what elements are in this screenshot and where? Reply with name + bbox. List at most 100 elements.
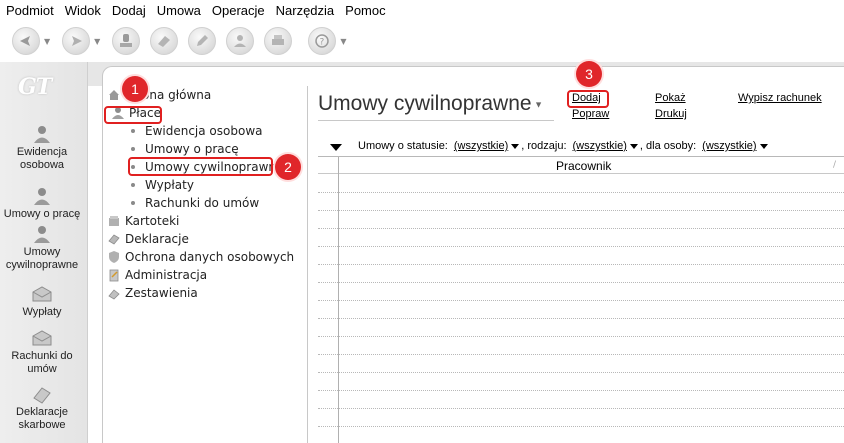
tree-item-ewidencja[interactable]: Ewidencja osobowa <box>131 124 263 138</box>
table-row[interactable] <box>318 408 844 409</box>
filter-bar: Umowy o statusie: (wszystkie) , rodzaju:… <box>358 140 770 152</box>
document-icon <box>33 387 51 404</box>
table-row[interactable] <box>318 264 844 265</box>
tree-item-label: Rachunki do umów <box>145 196 260 210</box>
tree-item-label: Wypłaty <box>145 178 194 192</box>
chevron-down-icon[interactable] <box>629 143 638 149</box>
tree-item-kartoteki[interactable]: Kartoteki <box>107 214 179 228</box>
table-row[interactable] <box>318 246 844 247</box>
people-icon <box>34 226 50 243</box>
title-divider <box>318 120 554 121</box>
tree-item-ochrona[interactable]: Ochrona danych osobowych <box>107 250 294 264</box>
tree-item-label: Umowy o pracę <box>145 142 239 156</box>
annotation-box-2 <box>128 157 273 176</box>
toolbar-help-button[interactable]: ? <box>308 27 337 55</box>
toolbar-users-button[interactable] <box>226 27 255 55</box>
tree-item-administracja[interactable]: Administracja <box>107 268 207 282</box>
tree-item-zestawienia[interactable]: Zestawienia <box>107 286 198 300</box>
menu-dodaj[interactable]: Dodaj <box>112 3 146 18</box>
stamp-icon <box>120 34 133 47</box>
sidebar-item-umowy-cywilnoprawne[interactable]: Umowy cywilnoprawne <box>0 224 84 272</box>
chevron-down-icon[interactable] <box>511 143 520 149</box>
bullet-icon <box>131 129 135 133</box>
annotation-box-1 <box>104 106 162 124</box>
table-row[interactable] <box>318 210 844 211</box>
app-logo: GT <box>18 74 52 100</box>
tree-item-umowy-o-prace[interactable]: Umowy o pracę <box>131 142 239 156</box>
table-row[interactable] <box>318 228 844 229</box>
chevron-down-icon[interactable]: ▼ <box>94 37 100 46</box>
printer-icon <box>272 35 285 45</box>
annotation-badge-1: 1 <box>122 76 148 102</box>
filter-osoba-dropdown[interactable]: (wszystkie) <box>702 140 756 152</box>
chevron-down-icon[interactable]: ▼ <box>44 37 50 46</box>
filter-rodzaj-label: , rodzaju: <box>521 140 567 152</box>
table-row[interactable] <box>318 336 844 337</box>
page-title[interactable]: Umowy cywilnoprawne ▼ <box>318 92 543 116</box>
toolbar-arrow-left-button[interactable] <box>12 27 40 55</box>
toolbar-stamp-button[interactable] <box>112 27 141 55</box>
wypisz-rachunek-link[interactable]: Wypisz rachunek <box>738 92 822 104</box>
envelope-icon <box>32 330 52 346</box>
people-icon <box>34 188 50 205</box>
sidebar-item-umowy-o-prace[interactable]: Umowy o pracę <box>0 186 84 221</box>
tree-item-label: Kartoteki <box>125 214 180 228</box>
sidebar-item-label: Deklaracje skarbowe <box>16 406 68 431</box>
menu-widok[interactable]: Widok <box>65 3 101 18</box>
filter-status-dropdown[interactable]: (wszystkie) <box>454 140 508 152</box>
table-row[interactable] <box>318 372 844 373</box>
sidebar-item-wyplaty[interactable]: Wypłaty <box>0 284 84 319</box>
chevron-down-icon[interactable]: ▼ <box>340 37 346 46</box>
arrow-right-icon <box>72 36 83 46</box>
table-row[interactable] <box>318 426 844 427</box>
pencil-icon <box>197 35 209 46</box>
main-panel: Umowy cywilnoprawne ▼ Dodaj Popraw Pokaż… <box>308 86 844 443</box>
toolbar-edit-button[interactable] <box>188 27 217 55</box>
sidebar-item-deklaracje[interactable]: Deklaracje skarbowe <box>0 384 84 432</box>
collapse-toggle-icon[interactable] <box>330 144 342 151</box>
filter-rodzaj-dropdown[interactable]: (wszystkie) <box>573 140 627 152</box>
chevron-down-icon[interactable] <box>759 143 768 149</box>
people-icon <box>34 126 50 143</box>
toolbar-eraser-button[interactable] <box>150 27 179 55</box>
table-row[interactable] <box>318 192 844 193</box>
page-title-text: Umowy cywilnoprawne <box>318 92 532 115</box>
home-icon <box>109 90 119 100</box>
sidebar-item-ewidencja[interactable]: Ewidencja osobowa <box>0 124 84 172</box>
grid-header: Pracownik / <box>318 157 844 174</box>
table-row[interactable] <box>318 282 844 283</box>
annotation-badge-3: 3 <box>576 61 602 87</box>
pokaz-link[interactable]: Pokaż <box>655 92 686 104</box>
toolbar: ▼ ▼ ? ▼ <box>0 20 844 62</box>
tree-item-wyplaty[interactable]: Wypłaty <box>131 178 194 192</box>
tree-item-rachunki[interactable]: Rachunki do umów <box>131 196 259 210</box>
help-icon: ? <box>315 34 330 48</box>
sidebar-item-label: Wypłaty <box>22 306 62 318</box>
column-header-pracownik[interactable]: Pracownik <box>556 159 611 173</box>
chevron-down-icon[interactable]: ▼ <box>532 99 543 109</box>
table-row[interactable] <box>318 354 844 355</box>
sidebar-item-rachunki[interactable]: Rachunki do umów <box>0 328 84 376</box>
menu-podmiot[interactable]: Podmiot <box>6 3 54 18</box>
tree-item-deklaracje[interactable]: Deklaracje <box>107 232 189 246</box>
toolbar-arrow-right-button[interactable] <box>62 27 91 55</box>
toolbar-print-button[interactable] <box>264 27 293 55</box>
drukuj-link[interactable]: Drukuj <box>655 108 687 120</box>
table-row[interactable] <box>318 300 844 301</box>
svg-text:?: ? <box>320 38 325 48</box>
menu-narzedzia[interactable]: Narzędzia <box>276 3 335 18</box>
tree-item-label: Administracja <box>125 268 208 282</box>
annotation-badge-2: 2 <box>275 154 301 180</box>
menu-pomoc[interactable]: Pomoc <box>345 3 385 18</box>
table-row[interactable] <box>318 318 844 319</box>
content-frame <box>102 66 844 86</box>
arrow-left-icon <box>20 36 30 46</box>
bullet-icon <box>131 147 135 151</box>
shield-icon <box>109 251 119 263</box>
table-row[interactable] <box>318 390 844 391</box>
navigation-tree: Strona główna Płace Ewidencja osobowa Um… <box>102 86 308 443</box>
popraw-link[interactable]: Popraw <box>572 108 609 120</box>
contracts-grid: Pracownik / <box>318 156 844 443</box>
menu-operacje[interactable]: Operacje <box>212 3 265 18</box>
menu-umowa[interactable]: Umowa <box>157 3 201 18</box>
